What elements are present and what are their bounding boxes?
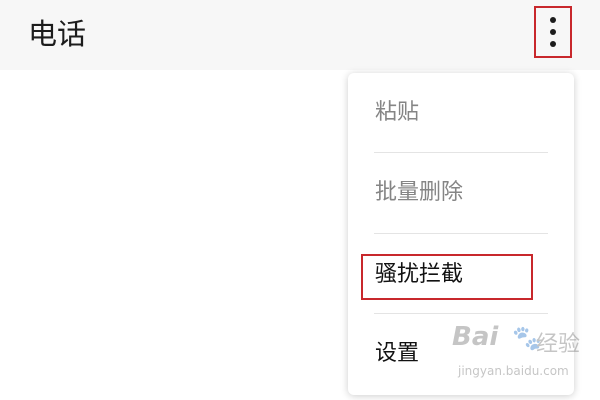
menu-divider [374, 313, 548, 314]
baidu-jingyan-watermark: Bai 🐾 经验 jingyan.baidu.com [452, 322, 581, 382]
phone-screen: 电话 粘贴 批量删除 骚扰拦截 设置 Bai 🐾 经验 jingyan.baid… [0, 0, 600, 400]
page-title: 电话 [28, 17, 87, 51]
watermark-brand: Bai [452, 322, 499, 352]
menu-divider [374, 152, 548, 153]
watermark-brand-suffix: 经验 [536, 332, 581, 357]
watermark-url: jingyan.baidu.com [458, 364, 569, 378]
more-options-button[interactable] [534, 6, 572, 58]
more-vertical-icon-dot [550, 41, 556, 47]
more-vertical-icon [550, 17, 556, 23]
more-vertical-icon-dot [550, 29, 556, 35]
menu-divider [374, 233, 548, 234]
menu-item-paste[interactable]: 粘贴 [375, 93, 547, 133]
annotation-highlight-box [361, 254, 533, 300]
app-bar: 电话 [0, 0, 600, 70]
menu-item-batch-delete[interactable]: 批量删除 [375, 173, 547, 213]
